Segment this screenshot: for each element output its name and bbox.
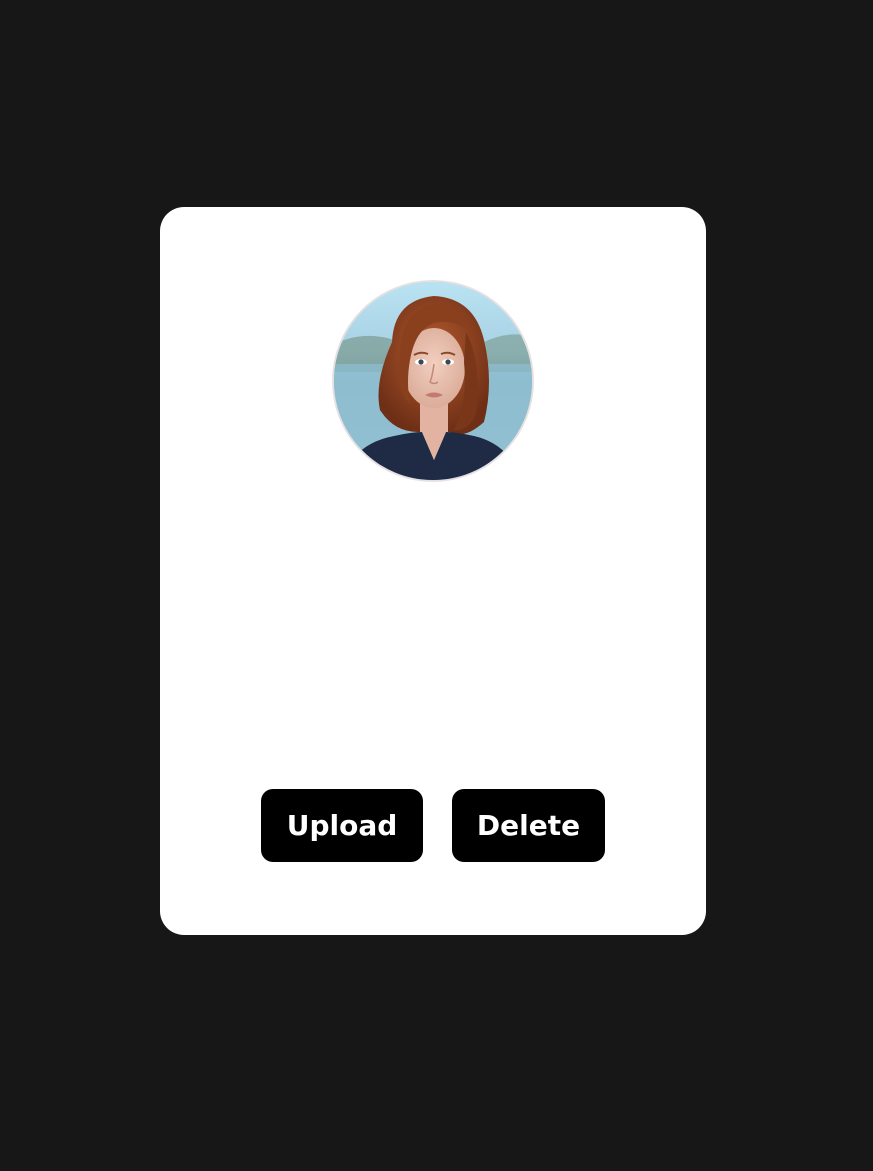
avatar-photo-icon bbox=[334, 282, 532, 480]
delete-button[interactable]: Delete bbox=[452, 789, 605, 862]
profile-card: Upload Delete bbox=[160, 207, 706, 935]
upload-button[interactable]: Upload bbox=[261, 789, 423, 862]
avatar bbox=[332, 280, 534, 482]
